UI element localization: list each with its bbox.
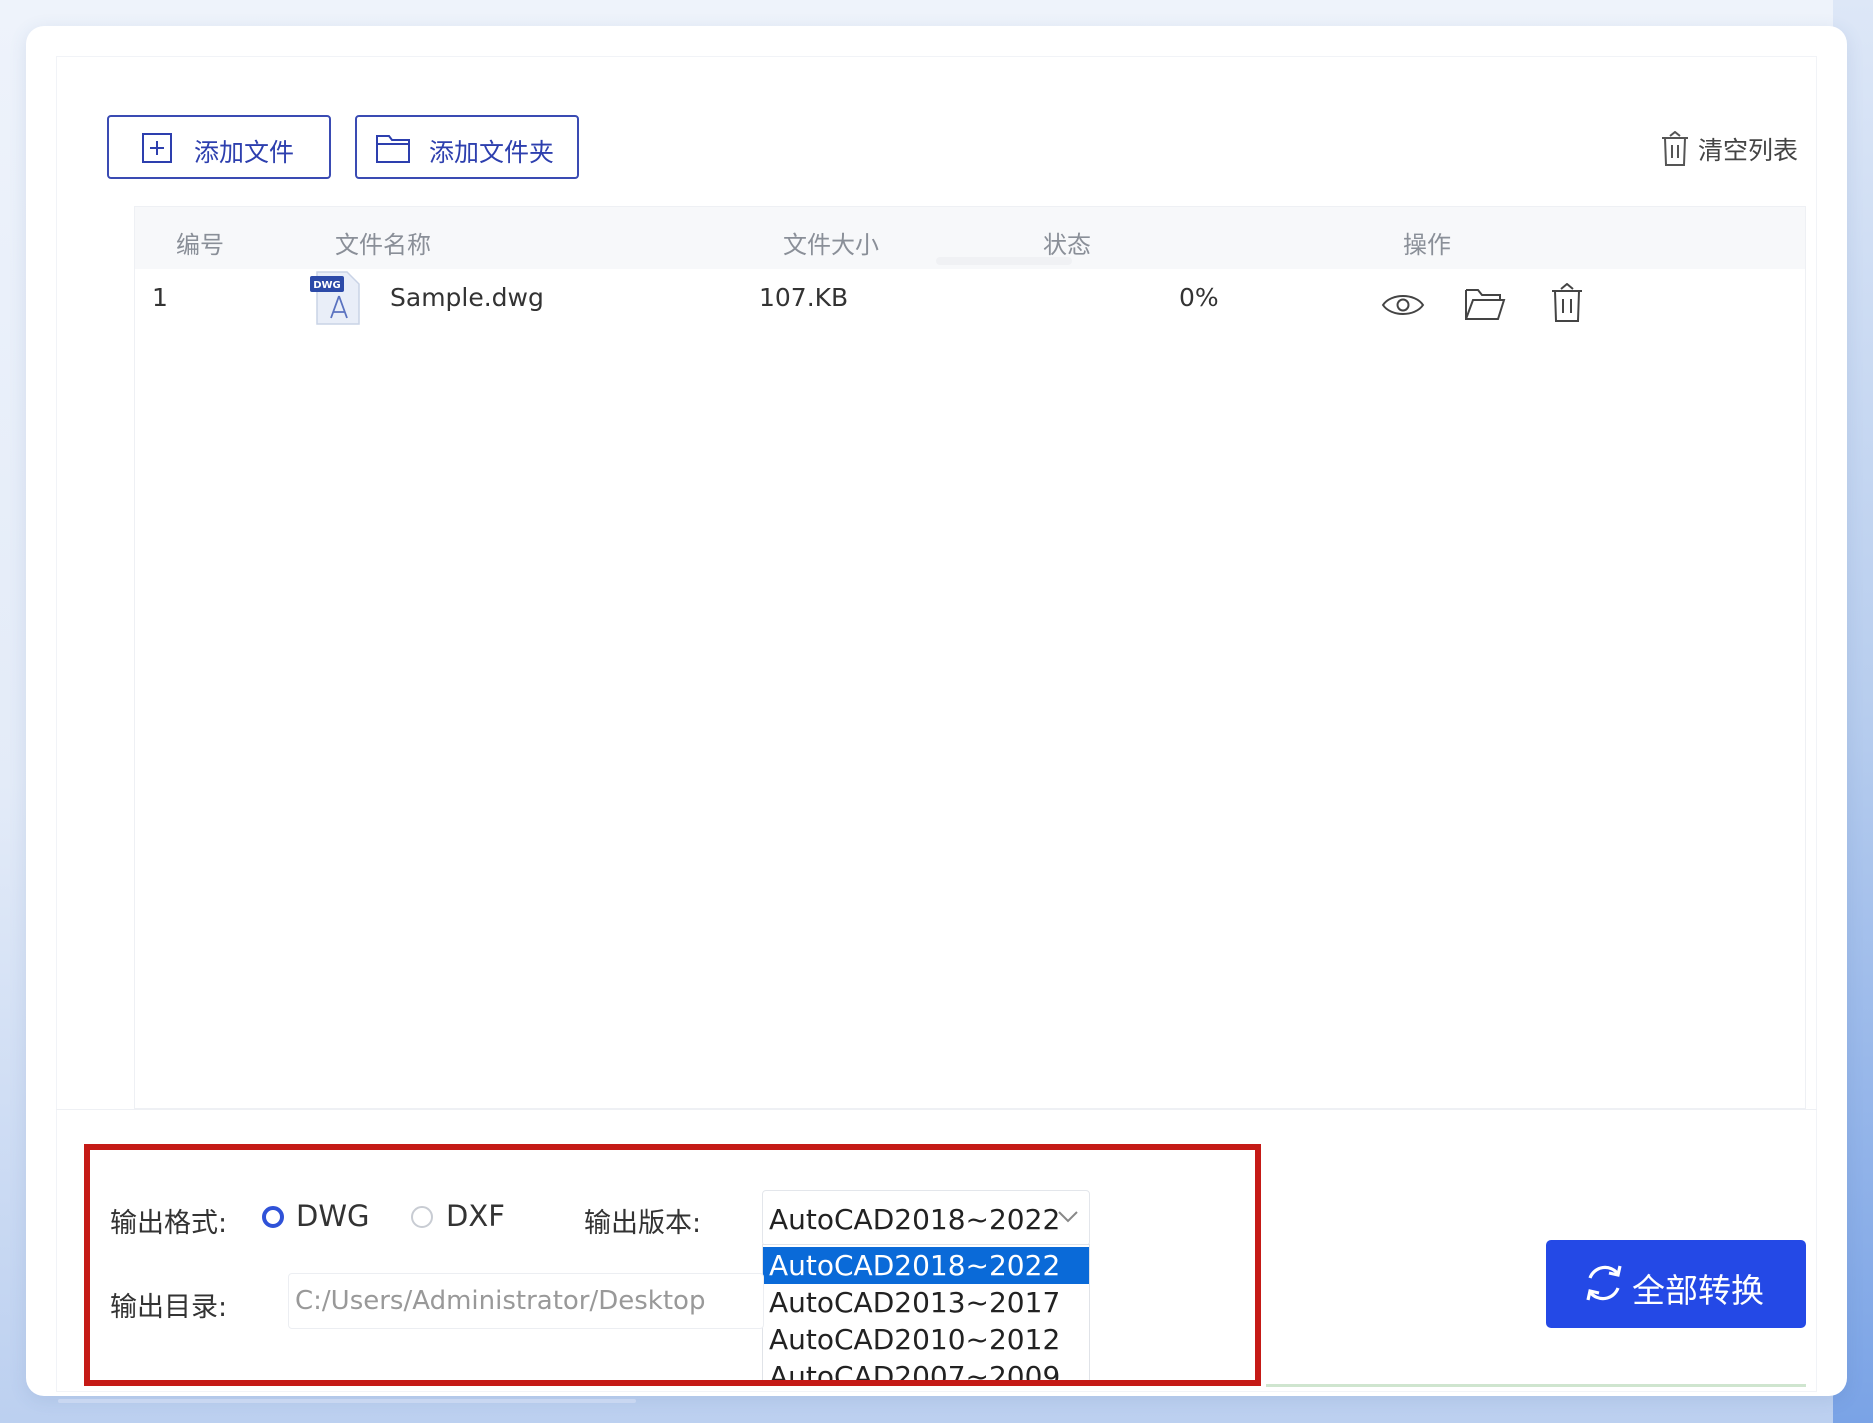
folder-open-icon[interactable] [1464,286,1506,326]
header-file-name: 文件名称 [335,231,431,259]
header-file-size: 文件大小 [783,231,879,259]
convert-all-button[interactable]: 全部转换 [1546,1240,1806,1328]
add-file-button[interactable]: 添加文件 [107,115,331,179]
clear-list-button[interactable]: 清空列表 [1660,129,1798,169]
trash-icon[interactable] [1550,282,1584,327]
add-file-label: 添加文件 [194,138,295,167]
row-index: 1 [152,283,168,312]
file-name: Sample.dwg [390,283,544,312]
plus-square-icon [141,132,173,170]
clear-list-label: 清空列表 [1698,136,1799,165]
status-line [1266,1384,1806,1387]
dwg-file-icon: DWG [309,270,361,330]
refresh-icon [1582,1260,1626,1310]
eye-icon[interactable] [1381,290,1425,324]
convert-all-label: 全部转换 [1632,1271,1764,1310]
add-folder-button[interactable]: 添加文件夹 [355,115,579,179]
header-status: 状态 [1043,231,1091,259]
app-window: 添加文件 添加文件夹 清空列表 编号 文件名称 文件大小 状态 操作 1 DWG… [26,26,1847,1396]
add-folder-label: 添加文件夹 [429,138,555,167]
file-table: 编号 文件名称 文件大小 状态 操作 [134,206,1806,1109]
folder-icon [375,132,411,170]
bottom-divider [56,1109,1817,1110]
progress-bar [936,257,1072,265]
progress-text: 0% [1179,283,1219,312]
header-actions: 操作 [1403,231,1451,259]
file-badge-text: DWG [313,280,341,291]
highlight-annotation [84,1144,1261,1386]
header-index: 编号 [176,231,224,259]
file-size: 107.KB [759,283,849,312]
scroll-indicator [58,1399,636,1403]
trash-icon [1660,131,1690,167]
